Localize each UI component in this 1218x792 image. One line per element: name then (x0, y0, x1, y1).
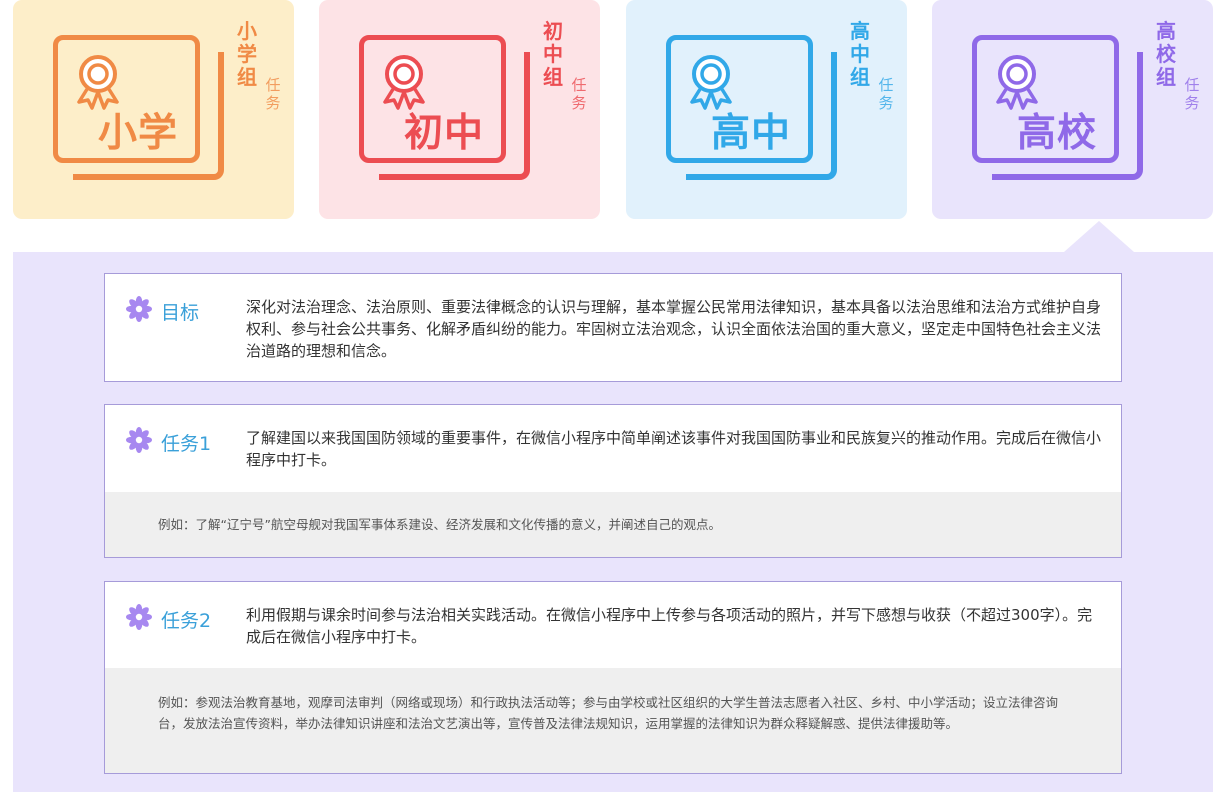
goal-label: 目标 (161, 302, 200, 324)
flower-icon (126, 427, 152, 453)
task1-card: 任务1 了解建国以来我国国防领域的重要事件，在微信小程序中简单阐述该事件对我国国… (104, 404, 1122, 558)
goal-card: 目标 深化对法治理念、法治原则、重要法律概念的认识与理解，基本掌握公民常用法律知… (104, 273, 1122, 382)
selected-tab-pointer (1064, 221, 1134, 252)
task2-example-box: 例如：参观法治教育基地，观摩司法审判（网络或现场）和行政执法活动等；参与由学校或… (105, 668, 1121, 773)
tab-title: 小学组 (237, 19, 257, 89)
tab-subtitle: 任务 (571, 76, 587, 112)
task1-example-box: 例如：了解“辽宁号”航空母舰对我国军事体系建设、经济发展和文化传播的意义，并阐述… (105, 492, 1121, 557)
tab-college[interactable]: 高校 高校组 任务 (932, 0, 1213, 219)
task2-example-text: 例如：参观法治教育基地，观摩司法审判（网络或现场）和行政执法活动等；参与由学校或… (158, 695, 1059, 731)
flower-icon (126, 296, 152, 322)
tab-subtitle: 任务 (878, 76, 894, 112)
tab-big-label: 高中 (710, 111, 791, 156)
tab-senior-high[interactable]: 高中 高中组 任务 (626, 0, 907, 219)
task1-text: 了解建国以来我国国防领域的重要事件，在微信小程序中简单阐述该事件对我国国防事业和… (246, 429, 1102, 469)
tab-subtitle: 任务 (1184, 76, 1200, 112)
task2-text: 利用假期与课余时间参与法治相关实践活动。在微信小程序中上传参与各项活动的照片，并… (246, 606, 1093, 646)
task1-label: 任务1 (161, 433, 212, 455)
task2-label: 任务2 (161, 610, 212, 632)
tab-title: 初中组 (543, 19, 563, 89)
tab-big-label: 初中 (403, 111, 484, 156)
task2-card: 任务2 利用假期与课余时间参与法治相关实践活动。在微信小程序中上传参与各项活动的… (104, 581, 1122, 774)
group-tabs: 小学 小学组 任务 初中 初中组 任务 高中 高中组 任务 高校 高校组 任务 (0, 0, 1218, 222)
flower-icon (126, 604, 152, 630)
tab-primary-school[interactable]: 小学 小学组 任务 (13, 0, 294, 219)
tab-title: 高校组 (1156, 19, 1176, 89)
goal-text: 深化对法治理念、法治原则、重要法律概念的认识与理解，基本掌握公民常用法律知识，基… (246, 298, 1102, 360)
tab-big-label: 高校 (1016, 111, 1097, 156)
tab-junior-high[interactable]: 初中 初中组 任务 (319, 0, 600, 219)
tab-big-label: 小学 (97, 111, 178, 156)
tab-title: 高中组 (850, 19, 870, 89)
task1-example-text: 例如：了解“辽宁号”航空母舰对我国军事体系建设、经济发展和文化传播的意义，并阐述… (158, 517, 721, 532)
tab-subtitle: 任务 (265, 76, 281, 112)
